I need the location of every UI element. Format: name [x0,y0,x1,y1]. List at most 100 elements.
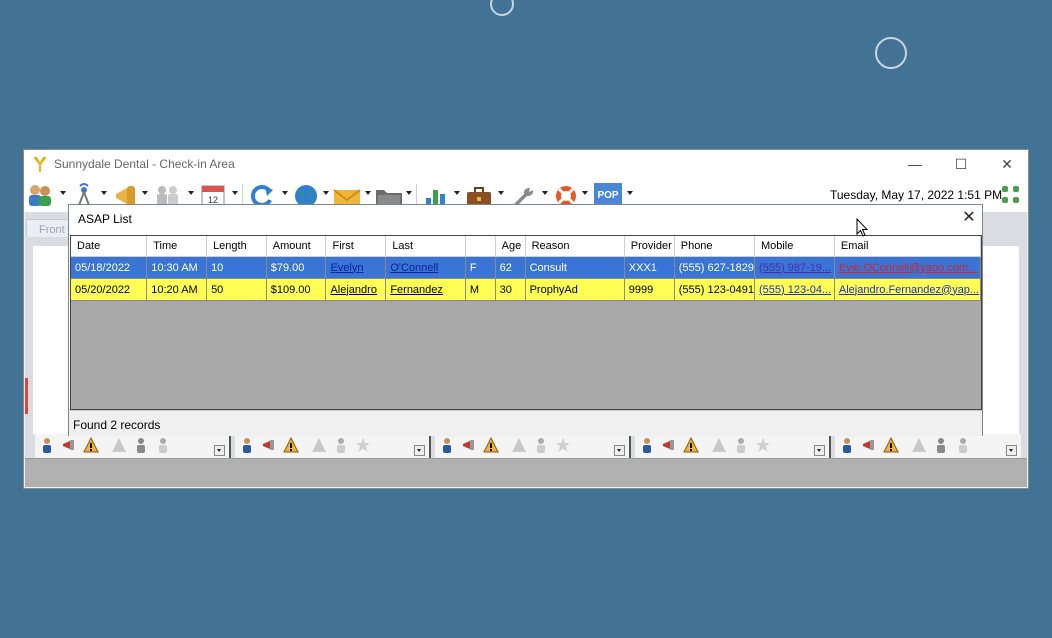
col-mobile[interactable]: Mobile [754,236,835,257]
person-icon[interactable] [439,437,455,453]
col-email[interactable]: Email [834,236,981,257]
panel-dropdown[interactable] [614,445,625,456]
cell-email-link[interactable]: Evie.OConnell@yaoo.com... [834,256,981,279]
close-button[interactable]: ✕ [984,150,1030,178]
cell-gender[interactable]: M [465,278,496,301]
people-dropdown-caret[interactable] [188,191,194,195]
megaphone-icon[interactable] [461,437,477,453]
panel-dropdown[interactable] [414,445,425,456]
cell-mobile-link[interactable]: (555) 987-19... [754,256,835,279]
patients-dropdown-caret[interactable] [60,191,66,195]
col-date[interactable]: Date [71,236,148,257]
cell-age[interactable]: 62 [495,256,526,279]
operatory-panel [435,434,631,460]
col-length[interactable]: Length [206,236,267,257]
person-gray-icon[interactable] [933,437,949,453]
person-light-icon[interactable] [533,437,549,453]
cell-date[interactable]: 05/20/2022 [71,278,148,301]
table-row[interactable]: 05/18/2022 10:30 AM 10 $79.00 Evelyn O'C… [71,256,981,279]
cell-length[interactable]: 10 [206,256,267,279]
pop-dropdown-caret[interactable] [627,191,633,195]
star-icon[interactable] [755,437,771,453]
cell-email-link[interactable]: Alejandro.Fernandez@yap... [834,278,981,301]
dialog-close-button[interactable]: ✕ [959,208,979,228]
cell-reason[interactable]: Consult [525,256,625,279]
warning-gray-icon[interactable] [911,437,927,453]
cell-reason[interactable]: ProphyAd [525,278,625,301]
warning-icon[interactable] [883,437,899,453]
cell-date[interactable]: 05/18/2022 [71,256,148,279]
cell-last-link[interactable]: Fernandez [385,278,466,301]
patients-icon[interactable] [26,182,54,208]
panel-dropdown[interactable] [214,445,225,456]
person-light-icon[interactable] [155,437,171,453]
warning-gray-icon[interactable] [711,437,727,453]
asap-table: Date Time Length Amount First Last Age R… [71,236,981,301]
panel-dropdown[interactable] [814,445,825,456]
tab-front[interactable]: Front [26,219,72,237]
bar-chart-dropdown-caret[interactable] [454,191,460,195]
envelope-dropdown-caret[interactable] [365,191,371,195]
cell-provider[interactable]: XXX1 [624,256,675,279]
person-icon[interactable] [239,437,255,453]
cell-provider[interactable]: 9999 [624,278,675,301]
col-reason[interactable]: Reason [525,236,625,257]
cell-amount[interactable]: $79.00 [266,256,327,279]
lifebuoy-dropdown-caret[interactable] [582,191,588,195]
globe-dropdown-caret[interactable] [323,191,329,195]
briefcase-dropdown-caret[interactable] [498,191,504,195]
table-row[interactable]: 05/20/2022 10:20 AM 50 $109.00 Alejandro… [71,278,981,301]
person-light-icon[interactable] [333,437,349,453]
col-amount[interactable]: Amount [266,236,327,257]
warning-icon[interactable] [683,437,699,453]
radio-dropdown-caret[interactable] [101,191,107,195]
person-icon[interactable] [39,437,55,453]
maximize-button[interactable]: ☐ [938,150,984,178]
cell-gender[interactable]: F [465,256,496,279]
megaphone-icon[interactable] [661,437,677,453]
star-icon[interactable] [355,437,371,453]
warning-icon[interactable] [83,437,99,453]
col-age[interactable]: Age [495,236,526,257]
warning-gray-icon[interactable] [111,437,127,453]
person-light-icon[interactable] [733,437,749,453]
warning-icon[interactable] [283,437,299,453]
cell-time[interactable]: 10:30 AM [146,256,208,279]
apps-grid-icon[interactable] [1001,185,1021,205]
operatory-panel [35,434,231,460]
refresh-dropdown-caret[interactable] [282,191,288,195]
megaphone-icon[interactable] [861,437,877,453]
col-first[interactable]: First [325,236,387,257]
col-gender[interactable] [465,236,496,257]
calendar-dropdown-caret[interactable] [232,191,238,195]
warning-icon[interactable] [483,437,499,453]
person-icon[interactable] [839,437,855,453]
col-last[interactable]: Last [385,236,466,257]
warning-gray-icon[interactable] [311,437,327,453]
cell-first-link[interactable]: Evelyn [325,256,387,279]
cell-length[interactable]: 50 [206,278,267,301]
cell-phone[interactable]: (555) 123-0491 [674,278,755,301]
cell-last-link[interactable]: O'Connell [385,256,466,279]
star-icon[interactable] [555,437,571,453]
cell-phone[interactable]: (555) 627-1829 [674,256,755,279]
warning-gray-icon[interactable] [511,437,527,453]
megaphone-dropdown-caret[interactable] [142,191,148,195]
megaphone-icon[interactable] [61,437,77,453]
cell-mobile-link[interactable]: (555) 123-04... [754,278,835,301]
cell-first-link[interactable]: Alejandro [325,278,387,301]
col-phone[interactable]: Phone [674,236,755,257]
person-icon[interactable] [639,437,655,453]
wrench-dropdown-caret[interactable] [542,191,548,195]
cell-age[interactable]: 30 [495,278,526,301]
person-gray-icon[interactable] [133,437,149,453]
megaphone-icon[interactable] [261,437,277,453]
cell-time[interactable]: 10:20 AM [146,278,208,301]
cell-amount[interactable]: $109.00 [266,278,327,301]
col-time[interactable]: Time [146,236,208,257]
col-provider[interactable]: Provider [624,236,675,257]
panel-dropdown[interactable] [1006,445,1017,456]
minimize-button[interactable]: — [892,150,938,178]
folder-dropdown-caret[interactable] [406,191,412,195]
person-light-icon[interactable] [955,437,971,453]
